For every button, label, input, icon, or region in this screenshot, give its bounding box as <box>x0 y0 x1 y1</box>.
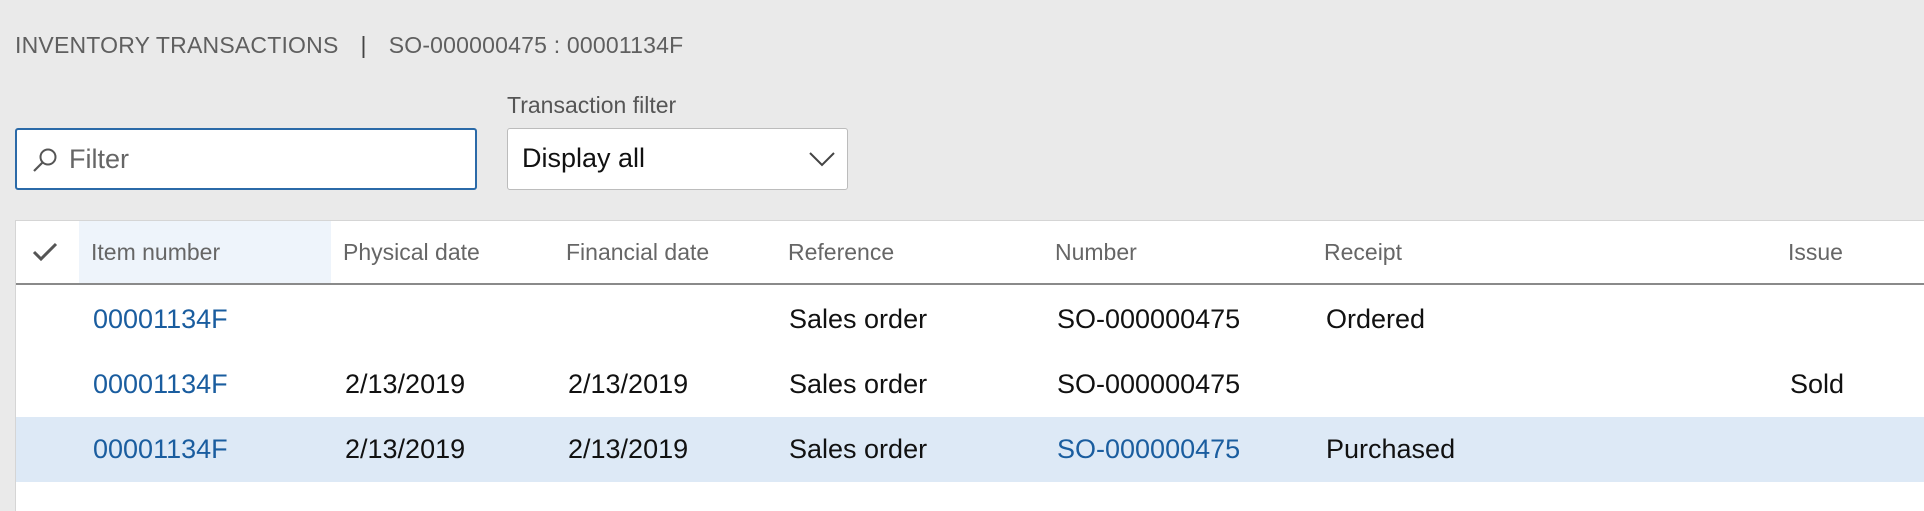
receipt-cell: Purchased <box>1326 434 1456 464</box>
breadcrumb-record: SO-000000475 : 00001134F <box>388 32 684 58</box>
filter-input[interactable] <box>69 140 459 178</box>
item-number-link[interactable]: 00001134F <box>93 352 228 417</box>
checkmark-icon[interactable] <box>32 241 58 263</box>
financial-date-cell: 2/13/2019 <box>568 369 689 399</box>
column-header-receipt[interactable]: Receipt <box>1324 221 1402 283</box>
financial-date-cell: 2/13/2019 <box>568 434 689 464</box>
number-cell: SO-000000475 <box>1057 304 1241 334</box>
search-icon <box>33 148 57 172</box>
breadcrumb-section[interactable]: INVENTORY TRANSACTIONS <box>15 32 339 58</box>
reference-cell: Sales order <box>789 369 928 399</box>
item-number-link[interactable]: 00001134F <box>93 417 228 482</box>
filter-field[interactable] <box>15 128 477 190</box>
transaction-filter-value: Display all <box>522 143 646 173</box>
number-cell: SO-000000475 <box>1057 369 1241 399</box>
transactions-grid: Item number Physical date Financial date… <box>15 220 1924 511</box>
receipt-cell: Ordered <box>1326 304 1426 334</box>
physical-date-cell: 2/13/2019 <box>345 434 466 464</box>
transaction-filter-select[interactable]: Display all <box>507 128 848 190</box>
column-header-item-number[interactable]: Item number <box>79 221 331 283</box>
number-link[interactable]: SO-000000475 <box>1057 417 1240 482</box>
breadcrumb-separator: | <box>360 32 367 58</box>
item-number-link[interactable]: 00001134F <box>93 287 228 352</box>
column-header-number[interactable]: Number <box>1055 221 1137 283</box>
physical-date-cell: 2/13/2019 <box>345 369 466 399</box>
chevron-down-icon <box>809 152 835 167</box>
column-header-physical-date[interactable]: Physical date <box>343 221 480 283</box>
issue-cell: Sold <box>1790 369 1845 399</box>
table-row[interactable]: 00001134F 2/13/2019 2/13/2019 Sales orde… <box>16 352 1924 417</box>
breadcrumb: INVENTORY TRANSACTIONS | SO-000000475 : 00… <box>15 32 683 59</box>
column-header-issue[interactable]: Issue <box>1788 221 1843 283</box>
column-header-reference[interactable]: Reference <box>788 221 894 283</box>
column-header-financial-date[interactable]: Financial date <box>566 221 709 283</box>
reference-cell: Sales order <box>789 304 928 334</box>
grid-header: Item number Physical date Financial date… <box>16 221 1924 285</box>
table-row-selected[interactable]: 00001134F 2/13/2019 2/13/2019 Sales orde… <box>16 417 1924 482</box>
transaction-filter-label: Transaction filter <box>507 92 677 118</box>
reference-cell: Sales order <box>789 434 928 464</box>
table-row[interactable]: 00001134F Sales order SO-000000475 Order… <box>16 287 1924 352</box>
